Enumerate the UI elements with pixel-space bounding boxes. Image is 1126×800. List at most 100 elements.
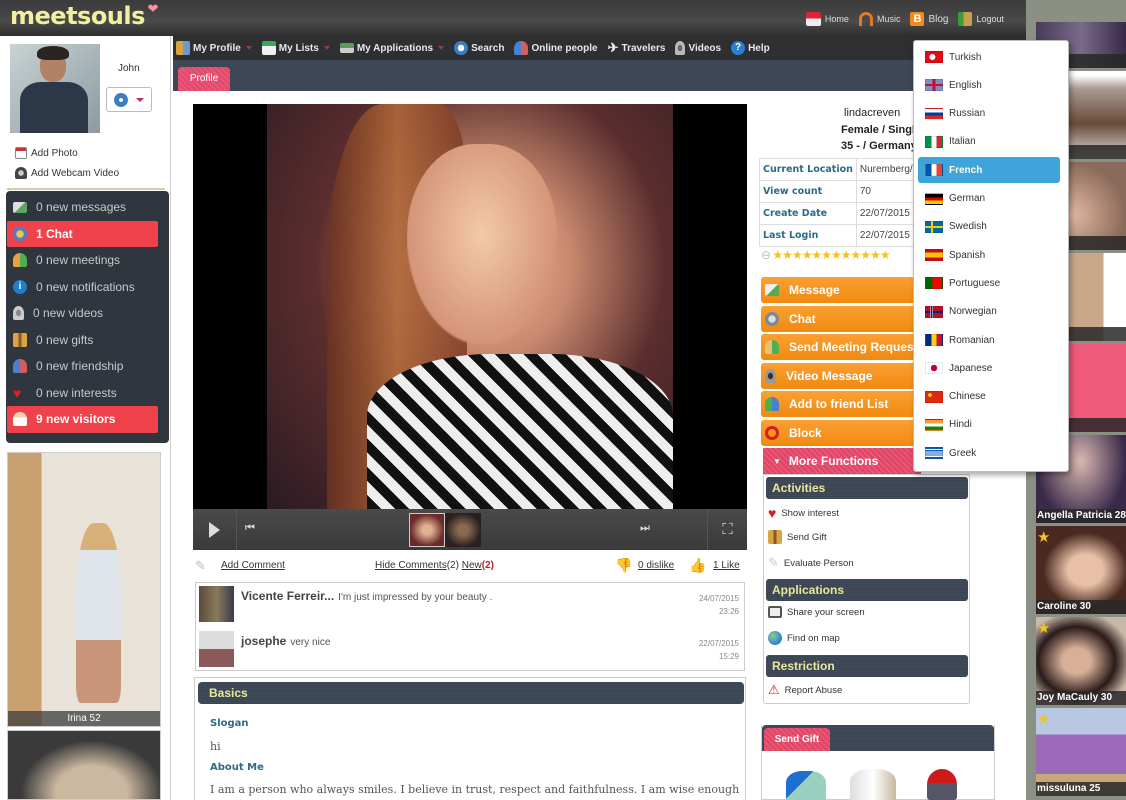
comment-author[interactable]: Vicente Ferreir...	[241, 589, 334, 603]
notif-notifications[interactable]: i 0 new notifications	[7, 274, 158, 301]
gift-item[interactable]	[927, 769, 957, 800]
photo-thumbnail[interactable]	[409, 513, 445, 547]
gift-item[interactable]	[786, 771, 826, 800]
member-thumbnail[interactable]	[7, 730, 161, 800]
site-logo[interactable]: meetsouls ❤	[10, 2, 158, 30]
language-option-chinese[interactable]: Chinese	[918, 384, 1060, 410]
language-label: Spanish	[949, 249, 986, 261]
rating-star-icon[interactable]: ★	[841, 248, 852, 262]
nav-travelers[interactable]: ✈ Travelers	[608, 40, 666, 56]
find-on-map-link[interactable]: Find on map	[768, 631, 840, 645]
new-comments-link[interactable]: New	[462, 560, 482, 571]
language-option-russian[interactable]: Russian	[918, 101, 1060, 127]
language-option-greek[interactable]: Greek	[918, 440, 1060, 466]
notif-meetings[interactable]: 0 new meetings	[7, 247, 158, 274]
share-screen-link[interactable]: Share your screen	[768, 606, 865, 618]
add-photo-link[interactable]: Add Photo	[15, 143, 119, 163]
send-gift-link[interactable]: Send Gift	[768, 530, 827, 544]
notif-videos[interactable]: 0 new videos	[7, 300, 158, 327]
add-webcam-video-link[interactable]: Add Webcam Video	[15, 163, 119, 183]
chat-button[interactable]: Chat	[761, 305, 921, 332]
fullscreen-button[interactable]: ⛶	[707, 509, 747, 550]
nav-my-applications[interactable]: My Applications	[339, 43, 445, 54]
logout-link[interactable]: Logout	[958, 12, 1004, 26]
rating-star-icon[interactable]: ★	[831, 248, 842, 262]
rating-star-icon[interactable]: ★	[870, 248, 881, 262]
tab-profile[interactable]: Profile	[178, 67, 230, 91]
like-link[interactable]: 1 Like	[713, 560, 740, 571]
notif-messages[interactable]: 0 new messages	[7, 194, 158, 221]
block-button[interactable]: Block	[761, 419, 921, 446]
send-gift-tab[interactable]: Send Gift	[764, 728, 830, 751]
rating-star-icon[interactable]: ★	[821, 248, 832, 262]
rating-star-icon[interactable]: ★	[792, 248, 803, 262]
notif-interests[interactable]: ♥ 0 new interests	[7, 380, 158, 407]
nav-online-people[interactable]: Online people	[514, 41, 598, 55]
featured-member-thumbnail[interactable]: ★ missuluna 25	[1036, 708, 1126, 796]
nav-search[interactable]: Search	[454, 41, 504, 55]
show-interest-link[interactable]: ♥ Show interest	[768, 505, 839, 521]
commenter-avatar[interactable]	[199, 631, 234, 667]
nav-videos[interactable]: Videos	[675, 41, 721, 55]
commenter-avatar[interactable]	[199, 586, 234, 622]
language-option-italian[interactable]: Italian	[918, 129, 1060, 155]
notif-friendship[interactable]: 0 new friendship	[7, 353, 158, 380]
rating-stars[interactable]: ⊖ ★★★★★★★★★★★★	[761, 248, 917, 262]
language-option-portuguese[interactable]: Portuguese	[918, 270, 1060, 296]
home-link[interactable]: Home	[805, 12, 849, 26]
play-button[interactable]	[193, 509, 237, 550]
add-comment-link[interactable]: Add Comment	[221, 560, 285, 571]
nav-label: Travelers	[621, 42, 666, 54]
next-button[interactable]: ⏭	[640, 522, 650, 535]
gift-item[interactable]	[850, 769, 896, 800]
language-option-hindi[interactable]: Hindi	[918, 412, 1060, 438]
detail-value: 22/07/2015 1	[855, 224, 920, 247]
music-link[interactable]: Music	[858, 12, 900, 26]
nav-my-lists[interactable]: My Lists	[261, 41, 330, 55]
nav-my-profile[interactable]: My Profile	[176, 41, 252, 55]
photo-thumbnail[interactable]	[445, 513, 481, 547]
language-option-english[interactable]: English	[918, 72, 1060, 98]
profile-photo[interactable]	[193, 104, 747, 509]
language-option-norwegian[interactable]: Norwegian	[918, 299, 1060, 325]
notif-gifts[interactable]: 0 new gifts	[7, 327, 158, 354]
member-thumbnail[interactable]: Irina 52	[7, 452, 161, 727]
notif-visitors[interactable]: 9 new visitors	[7, 406, 158, 433]
message-button[interactable]: Message	[761, 277, 921, 303]
language-option-german[interactable]: German	[918, 186, 1060, 212]
nav-help[interactable]: ? Help	[731, 41, 770, 55]
video-message-button[interactable]: Video Message	[761, 362, 921, 389]
rating-star-icon[interactable]: ★	[880, 248, 891, 262]
evaluate-person-link[interactable]: ✎ Evaluate Person	[768, 555, 854, 571]
language-option-japanese[interactable]: Japanese	[918, 355, 1060, 381]
more-functions-toggle[interactable]: ▼ More Functions	[763, 448, 921, 474]
language-option-swedish[interactable]: Swedish	[918, 214, 1060, 240]
blog-link[interactable]: B Blog	[910, 12, 948, 26]
previous-button[interactable]: ⏮	[245, 522, 255, 535]
featured-member-thumbnail[interactable]: ★ Joy MaCauly 30	[1036, 617, 1126, 705]
rating-star-icon[interactable]: ★	[851, 248, 862, 262]
add-friend-icon	[765, 397, 779, 411]
hide-comments-link[interactable]: Hide Comments	[375, 560, 447, 571]
notif-chat[interactable]: 1 Chat	[7, 220, 158, 247]
report-abuse-link[interactable]: ⚠ Report Abuse	[768, 682, 842, 698]
user-settings-dropdown[interactable]	[106, 87, 152, 112]
language-option-turkish[interactable]: Turkish	[918, 44, 1060, 70]
language-option-spanish[interactable]: Spanish	[918, 242, 1060, 268]
dislike-link[interactable]: 0 dislike	[638, 560, 674, 571]
rating-clear-icon[interactable]: ⊖	[761, 248, 771, 262]
add-to-friend-list-button[interactable]: Add to friend List	[761, 391, 921, 417]
detail-row: View count 70	[759, 180, 920, 203]
rating-star-icon[interactable]: ★	[772, 248, 783, 262]
language-option-french[interactable]: French	[918, 157, 1060, 184]
comment-author[interactable]: josephe	[241, 634, 286, 648]
rating-star-icon[interactable]: ★	[782, 248, 793, 262]
rating-star-icon[interactable]: ★	[802, 248, 813, 262]
send-meeting-request-button[interactable]: Send Meeting Request	[761, 334, 921, 360]
language-option-romanian[interactable]: Romanian	[918, 327, 1060, 353]
rating-star-icon[interactable]: ★	[860, 248, 871, 262]
featured-member-thumbnail[interactable]: ★ Caroline 30	[1036, 526, 1126, 614]
heart-icon: ♥	[13, 384, 22, 401]
rating-star-icon[interactable]: ★	[811, 248, 822, 262]
user-avatar[interactable]	[10, 44, 100, 133]
